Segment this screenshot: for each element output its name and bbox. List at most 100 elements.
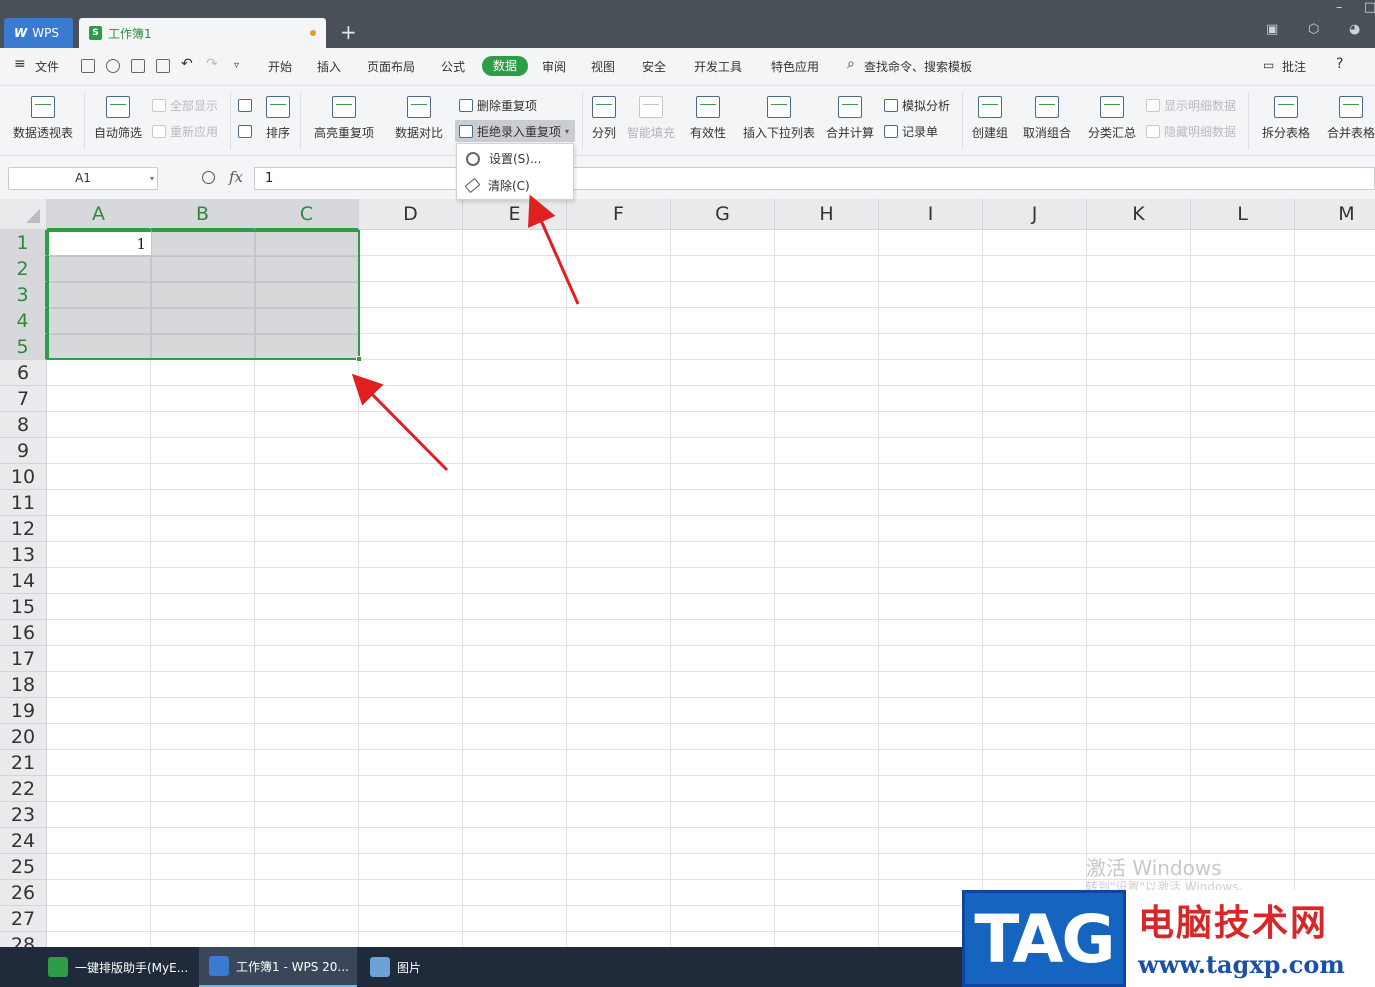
row-header[interactable]: 6 — [0, 360, 47, 386]
column-header[interactable]: H — [775, 199, 879, 230]
column-header[interactable]: K — [1087, 199, 1191, 230]
document-tab[interactable]: S 工作簿1 — [79, 18, 326, 48]
maximize-icon[interactable]: □ — [1364, 0, 1375, 15]
row-header[interactable]: 7 — [0, 386, 47, 412]
show-all-button[interactable]: 全部显示 — [152, 96, 218, 114]
menu-item-clear[interactable]: 清除(C) — [457, 172, 573, 199]
subtotal-button[interactable]: 分类汇总 — [1087, 86, 1137, 156]
highlight-duplicates-button[interactable]: 高亮重复项 — [308, 86, 380, 156]
reject-duplicates-button[interactable]: 拒绝录入重复项 ▾ — [455, 120, 576, 142]
row-header[interactable]: 18 — [0, 672, 47, 698]
row-header[interactable]: 11 — [0, 490, 47, 516]
select-all-corner[interactable] — [0, 199, 47, 230]
row-header[interactable]: 17 — [0, 646, 47, 672]
show-detail-button[interactable]: 显示明细数据 — [1146, 96, 1236, 114]
row-header[interactable]: 25 — [0, 854, 47, 880]
column-header[interactable]: J — [983, 199, 1087, 230]
tab-data[interactable]: 数据 — [482, 56, 528, 76]
account-icon[interactable]: ◕ — [1349, 22, 1360, 37]
name-box[interactable]: A1 ▾ — [8, 167, 158, 190]
row-header[interactable]: 23 — [0, 802, 47, 828]
help-button[interactable]: ? — [1336, 56, 1343, 72]
row-header[interactable]: 27 — [0, 906, 47, 932]
skin-icon[interactable]: ⬡ — [1308, 22, 1319, 37]
split-column-button[interactable]: 分列 — [588, 86, 620, 156]
validity-button[interactable]: 有效性 — [685, 86, 731, 156]
tab-formula[interactable]: 公式 — [441, 58, 465, 75]
print-icon[interactable] — [131, 59, 145, 73]
tab-security[interactable]: 安全 — [642, 58, 666, 75]
tab-view[interactable]: 视图 — [591, 58, 615, 75]
command-search[interactable]: 查找命令、搜索模板 — [864, 58, 972, 75]
sort-ascending-icon[interactable] — [238, 96, 252, 114]
new-tab-button[interactable]: + — [340, 20, 357, 44]
tab-insert[interactable]: 插入 — [317, 58, 341, 75]
hamburger-icon[interactable]: ≡ — [14, 56, 26, 72]
record-sheet-button[interactable]: 记录单 — [884, 122, 938, 140]
save-icon[interactable] — [81, 59, 95, 73]
tab-developer[interactable]: 开发工具 — [694, 58, 742, 75]
sort-descending-icon[interactable] — [238, 122, 252, 140]
smart-fill-button[interactable]: 智能填充 — [626, 86, 676, 156]
row-header[interactable]: 5 — [0, 334, 47, 360]
taskbar-item-wps[interactable]: 工作簿1 - WPS 20... — [199, 947, 357, 987]
row-header[interactable]: 9 — [0, 438, 47, 464]
column-header[interactable]: M — [1295, 199, 1375, 230]
tab-review[interactable]: 审阅 — [542, 58, 566, 75]
reapply-button[interactable]: 重新应用 — [152, 122, 218, 140]
row-header[interactable]: 10 — [0, 464, 47, 490]
column-header[interactable]: B — [151, 199, 255, 230]
column-header[interactable]: C — [255, 199, 359, 230]
row-header[interactable]: 3 — [0, 282, 47, 308]
taskbar-item-myeditor[interactable]: 一键排版助手(MyE... — [38, 947, 196, 987]
tab-page-layout[interactable]: 页面布局 — [367, 58, 415, 75]
fill-handle[interactable] — [356, 356, 362, 362]
row-header[interactable]: 4 — [0, 308, 47, 334]
wps-home-tab[interactable]: W WPS — [4, 18, 73, 48]
ungroup-button[interactable]: 取消组合 — [1018, 86, 1076, 156]
print-preview-icon[interactable] — [156, 59, 170, 73]
tab-special-apps[interactable]: 特色应用 — [771, 58, 819, 75]
active-cell-a1[interactable]: 1 — [47, 230, 152, 256]
row-header[interactable]: 24 — [0, 828, 47, 854]
delete-duplicates-button[interactable]: 删除重复项 — [459, 96, 537, 114]
row-header[interactable]: 1 — [0, 230, 47, 256]
column-header[interactable]: G — [671, 199, 775, 230]
hide-detail-button[interactable]: 隐藏明细数据 — [1146, 122, 1236, 140]
row-header[interactable]: 19 — [0, 698, 47, 724]
row-header[interactable]: 12 — [0, 516, 47, 542]
row-header[interactable]: 26 — [0, 880, 47, 906]
row-header[interactable]: 22 — [0, 776, 47, 802]
quick-access-dropdown-icon[interactable]: ▿ — [234, 60, 239, 71]
row-header[interactable]: 15 — [0, 594, 47, 620]
window-layout-icon[interactable]: ▣ — [1266, 22, 1278, 37]
split-table-button[interactable]: 拆分表格 — [1256, 86, 1316, 156]
zoom-icon[interactable] — [202, 171, 215, 184]
data-compare-button[interactable]: 数据对比 — [389, 86, 449, 156]
row-header[interactable]: 20 — [0, 724, 47, 750]
pivot-table-button[interactable]: 数据透视表 — [10, 86, 76, 156]
row-header[interactable]: 13 — [0, 542, 47, 568]
row-header[interactable]: 28 — [0, 932, 47, 947]
autofilter-button[interactable]: 自动筛选 — [91, 86, 145, 156]
column-header[interactable]: I — [879, 199, 983, 230]
simulation-analysis-button[interactable]: 模拟分析 — [884, 96, 950, 114]
row-header[interactable]: 2 — [0, 256, 47, 282]
column-header[interactable]: L — [1191, 199, 1295, 230]
row-header[interactable]: 16 — [0, 620, 47, 646]
comment-button[interactable]: 批注 — [1282, 58, 1306, 75]
create-group-button[interactable]: 创建组 — [969, 86, 1011, 156]
merge-table-button[interactable]: 合并表格 — [1326, 86, 1375, 156]
file-menu[interactable]: 文件 — [35, 58, 59, 75]
redo-icon[interactable]: ↷ — [206, 56, 218, 72]
column-header[interactable]: A — [47, 199, 151, 230]
undo-icon[interactable]: ↶ — [181, 56, 193, 72]
row-header[interactable]: 21 — [0, 750, 47, 776]
formula-input[interactable]: 1 — [254, 167, 1375, 190]
minimize-icon[interactable]: – — [1336, 0, 1343, 15]
column-header[interactable]: F — [567, 199, 671, 230]
merge-calc-button[interactable]: 合并计算 — [825, 86, 875, 156]
insert-function-button[interactable]: fx — [229, 168, 243, 186]
menu-item-settings[interactable]: 设置(S)... — [457, 145, 573, 172]
row-header[interactable]: 8 — [0, 412, 47, 438]
